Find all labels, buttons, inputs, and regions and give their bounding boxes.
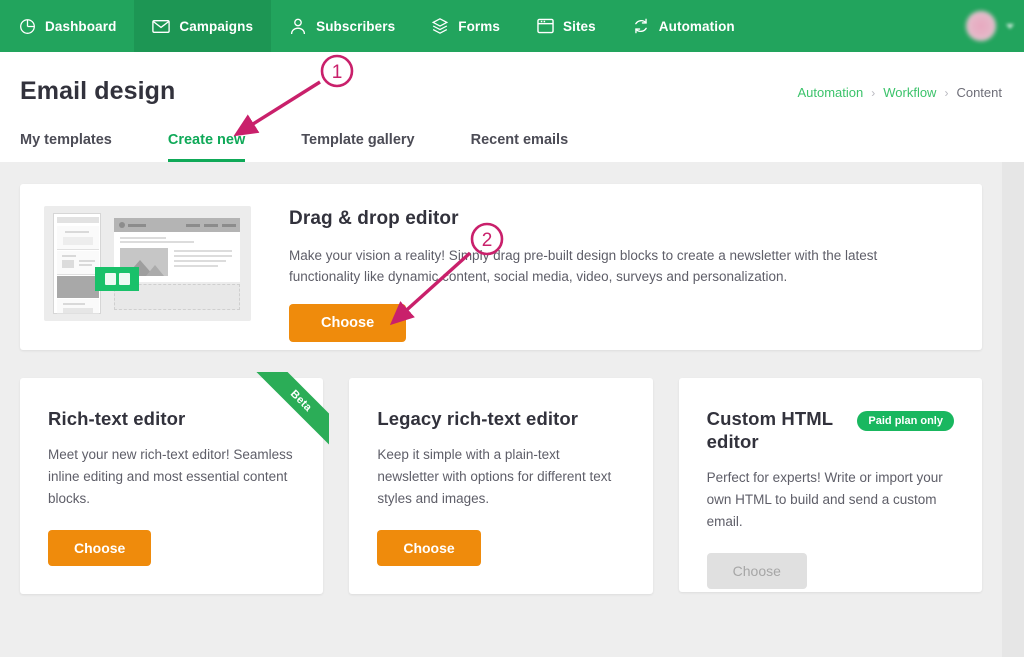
card-description: Meet your new rich-text editor! Seamless…: [48, 447, 293, 506]
editor-options-row: Beta Rich-text editor Meet your new rich…: [20, 372, 982, 594]
tab-label: Create new: [167, 132, 246, 148]
custom-html-choose-button: Choose: [706, 552, 807, 589]
card-title: Rich-text editor: [48, 408, 186, 429]
nav-item-campaigns[interactable]: Campaigns: [134, 0, 272, 52]
chevron-down-icon: [1006, 23, 1014, 29]
card-description: Keep it simple with a plain-text newslet…: [377, 447, 612, 506]
rich-text-choose-button[interactable]: Choose: [48, 529, 152, 566]
nav-item-forms[interactable]: Forms: [413, 0, 518, 52]
card-title: Custom HTML editor: [706, 408, 833, 452]
nav-label-campaigns: Campaigns: [179, 18, 254, 34]
tab-recent-emails[interactable]: Recent emails: [471, 124, 595, 162]
layers-icon: [431, 17, 449, 35]
card-rich-text-editor: Beta Rich-text editor Meet your new rich…: [20, 372, 330, 594]
tab-template-gallery[interactable]: Template gallery: [301, 124, 440, 162]
nav-label-dashboard: Dashboard: [45, 18, 117, 34]
nav-item-automation[interactable]: Automation: [614, 0, 753, 52]
card-drag-drop-editor: Drag & drop editor Make your vision a re…: [20, 184, 982, 350]
page-title: Email design: [20, 77, 176, 105]
refresh-cycle-icon: [632, 17, 650, 35]
top-navigation-bar: Dashboard Campaigns Subscribers Forms Si…: [0, 0, 1024, 52]
preview-canvas: [114, 218, 240, 310]
tab-bar: My templates Create new Template gallery…: [20, 124, 624, 162]
right-rail: [1002, 162, 1024, 657]
pie-chart-icon: [18, 17, 36, 35]
nav-label-automation: Automation: [658, 18, 735, 34]
drag-drop-badge-icon: [95, 267, 139, 291]
nav-item-subscribers[interactable]: Subscribers: [271, 0, 413, 52]
card-title: Legacy rich-text editor: [377, 408, 579, 429]
nav-label-sites: Sites: [563, 18, 596, 34]
breadcrumb-separator-icon: ›: [871, 85, 876, 100]
breadcrumb: Automation › Workflow › Content: [797, 85, 1002, 100]
tab-label: My templates: [20, 132, 112, 148]
page-header: Email design Automation › Workflow › Con…: [0, 52, 1024, 162]
card-description: Make your vision a reality! Simply drag …: [289, 248, 878, 284]
status-badge-paid-plan: Paid plan only: [857, 411, 954, 431]
nav-item-dashboard[interactable]: Dashboard: [0, 0, 134, 52]
browser-window-icon: [536, 17, 554, 35]
card-description: Perfect for experts! Write or import you…: [706, 470, 943, 529]
preview-sidebar: [53, 213, 101, 314]
tab-create-new[interactable]: Create new: [167, 124, 271, 162]
card-legacy-rich-text-editor: Legacy rich-text editor Keep it simple w…: [349, 378, 653, 594]
person-icon: [289, 17, 307, 35]
tab-label: Recent emails: [470, 132, 569, 148]
avatar: [966, 11, 996, 41]
breadcrumb-item-workflow[interactable]: Workflow: [883, 85, 936, 100]
tab-label: Template gallery: [301, 132, 415, 148]
card-body: Drag & drop editor Make your vision a re…: [251, 206, 958, 342]
card-title: Drag & drop editor: [289, 208, 459, 229]
drag-drop-choose-button[interactable]: Choose: [289, 303, 407, 342]
tab-my-templates[interactable]: My templates: [20, 124, 138, 162]
legacy-rich-text-choose-button[interactable]: Choose: [377, 529, 481, 566]
user-name-label: [913, 19, 956, 34]
email-template-preview: [44, 206, 251, 321]
breadcrumb-item-content: Content: [956, 85, 1002, 100]
breadcrumb-item-automation[interactable]: Automation: [797, 85, 863, 100]
main-content: Drag & drop editor Make your vision a re…: [0, 162, 1002, 657]
app-root: Dashboard Campaigns Subscribers Forms Si…: [0, 0, 1024, 657]
breadcrumb-separator-icon: ›: [944, 85, 949, 100]
envelope-icon: [152, 17, 171, 35]
nav-item-sites[interactable]: Sites: [518, 0, 614, 52]
nav-label-forms: Forms: [458, 18, 500, 34]
user-menu[interactable]: [913, 0, 1024, 52]
nav-label-subscribers: Subscribers: [316, 18, 396, 34]
card-custom-html-editor: Custom HTML editor Paid plan only Perfec…: [678, 378, 982, 592]
